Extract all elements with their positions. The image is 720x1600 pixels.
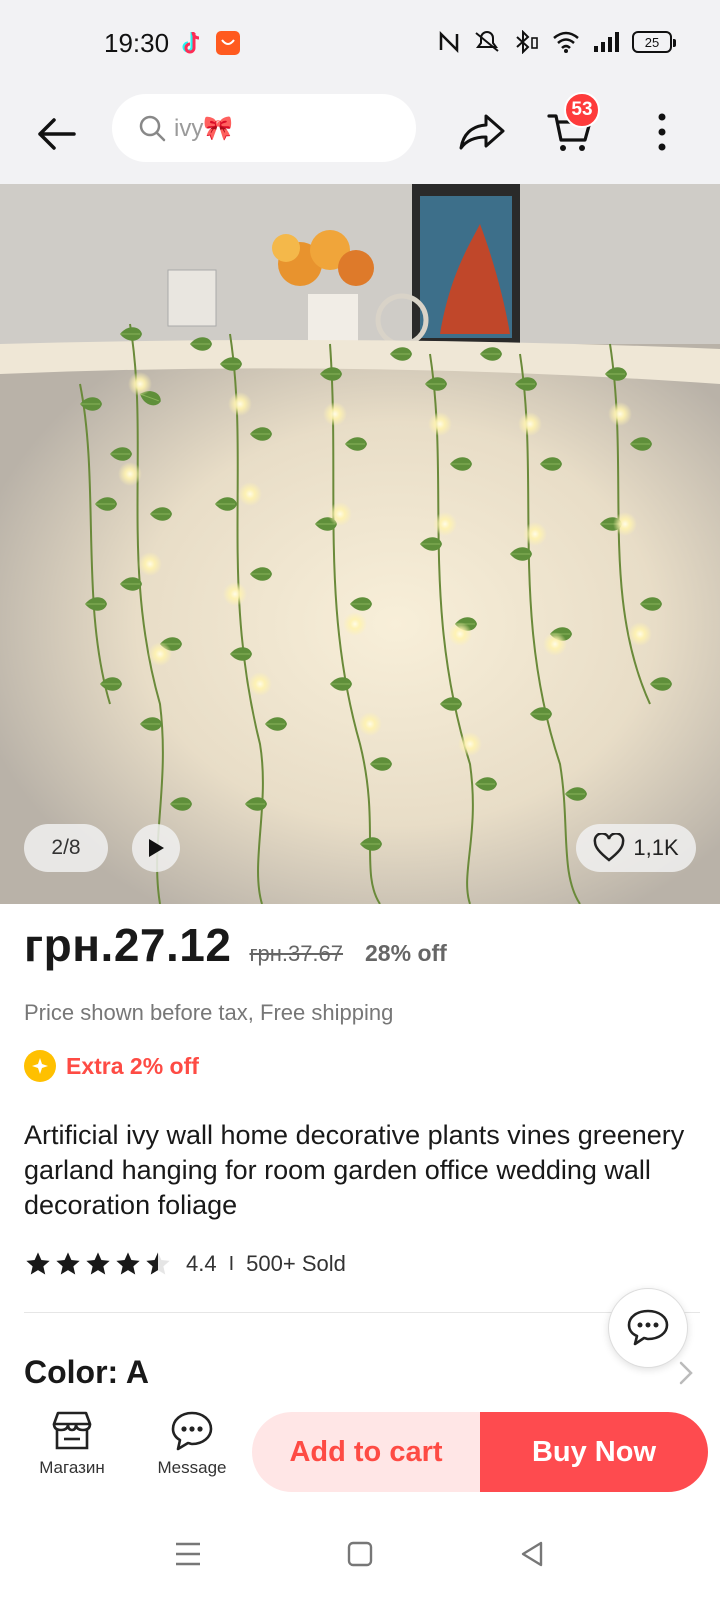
product-photo bbox=[0, 184, 720, 904]
top-header: ivy🎀 bbox=[0, 88, 720, 184]
chat-bubble-icon bbox=[627, 1309, 669, 1346]
back-button[interactable] bbox=[28, 106, 84, 162]
rating-value: 4.4 bbox=[186, 1251, 217, 1276]
current-price: грн.27.12 bbox=[24, 919, 232, 971]
star-icon bbox=[26, 1252, 50, 1275]
message-icon bbox=[171, 1411, 213, 1451]
extra-discount-text: Extra 2% off bbox=[66, 1052, 199, 1079]
back-arrow-icon bbox=[38, 118, 76, 150]
aliexpress-icon bbox=[216, 31, 240, 55]
rating-separator: I bbox=[228, 1252, 235, 1275]
store-button[interactable]: Магазин bbox=[28, 1410, 116, 1478]
price-row: грн.27.12 грн.37.67 28% off bbox=[24, 918, 447, 972]
heart-icon bbox=[593, 833, 625, 862]
cart-count-badge: 53 bbox=[564, 92, 600, 128]
status-bar: 19:30 25 bbox=[0, 0, 720, 88]
play-icon bbox=[149, 839, 164, 857]
star-icon bbox=[116, 1252, 140, 1275]
extra-discount-row[interactable]: Extra 2% off bbox=[24, 1050, 199, 1082]
share-icon bbox=[459, 114, 505, 150]
battery-level: 25 bbox=[644, 34, 660, 50]
triangle-back-icon bbox=[521, 1541, 543, 1567]
message-label: Message bbox=[157, 1458, 227, 1477]
store-icon bbox=[52, 1411, 92, 1450]
bottom-action-bar: Магазин Message Add to cart Buy Now bbox=[0, 1396, 720, 1506]
menu-lines-icon bbox=[176, 1542, 200, 1566]
product-title: Artificial ivy wall home decorative plan… bbox=[24, 1120, 685, 1220]
star-icon bbox=[56, 1252, 80, 1275]
status-app-icons bbox=[180, 30, 240, 56]
recent-apps-button[interactable] bbox=[168, 1534, 208, 1574]
home-button[interactable] bbox=[340, 1534, 380, 1574]
sold-count: 500+ Sold bbox=[246, 1251, 346, 1276]
wishlist-button[interactable]: 1,1K bbox=[576, 824, 696, 872]
mute-icon bbox=[475, 31, 499, 52]
more-vertical-icon bbox=[658, 113, 666, 151]
like-count: 1,1K bbox=[633, 835, 679, 860]
search-query: ivy🎀 bbox=[174, 114, 234, 142]
status-time: 19:30 bbox=[104, 28, 170, 58]
play-video-button[interactable] bbox=[132, 824, 180, 872]
square-home-icon bbox=[347, 1541, 373, 1567]
original-price: грн.37.67 bbox=[249, 941, 344, 966]
add-to-cart-button[interactable]: Add to cart bbox=[252, 1412, 480, 1492]
bluetooth-icon bbox=[516, 30, 538, 54]
search-input[interactable]: ivy🎀 bbox=[112, 94, 416, 162]
share-button[interactable] bbox=[452, 102, 512, 162]
system-back-button[interactable] bbox=[512, 1534, 552, 1574]
product-image-gallery[interactable] bbox=[0, 184, 720, 904]
star-icon bbox=[86, 1252, 110, 1275]
system-navigation-bar bbox=[0, 1506, 720, 1600]
battery-icon: 25 bbox=[632, 31, 676, 53]
more-options-button[interactable] bbox=[644, 102, 680, 162]
divider bbox=[24, 1312, 700, 1313]
chevron-right-icon[interactable] bbox=[678, 1360, 694, 1386]
message-button[interactable]: Message bbox=[148, 1410, 236, 1478]
tiktok-icon bbox=[182, 31, 200, 54]
store-label: Магазин bbox=[39, 1458, 105, 1477]
star-half-icon bbox=[146, 1252, 170, 1275]
tax-shipping-note: Price shown before tax, Free shipping bbox=[24, 1000, 394, 1025]
chat-floating-button[interactable] bbox=[608, 1288, 688, 1368]
coin-icon bbox=[24, 1050, 56, 1082]
nfc-icon bbox=[439, 30, 459, 54]
rating-stars bbox=[24, 1250, 172, 1278]
search-icon bbox=[139, 115, 166, 142]
discount-label: 28% off bbox=[365, 940, 447, 966]
image-counter: 2/8 bbox=[24, 824, 108, 872]
signal-icon bbox=[594, 32, 619, 52]
buy-now-button[interactable]: Buy Now bbox=[480, 1412, 708, 1492]
color-selector-label[interactable]: Color: A bbox=[24, 1354, 149, 1391]
status-right-icons: 25 bbox=[438, 30, 676, 54]
wifi-icon bbox=[553, 31, 579, 53]
rating-row[interactable]: 4.4 I 500+ Sold bbox=[24, 1250, 346, 1278]
